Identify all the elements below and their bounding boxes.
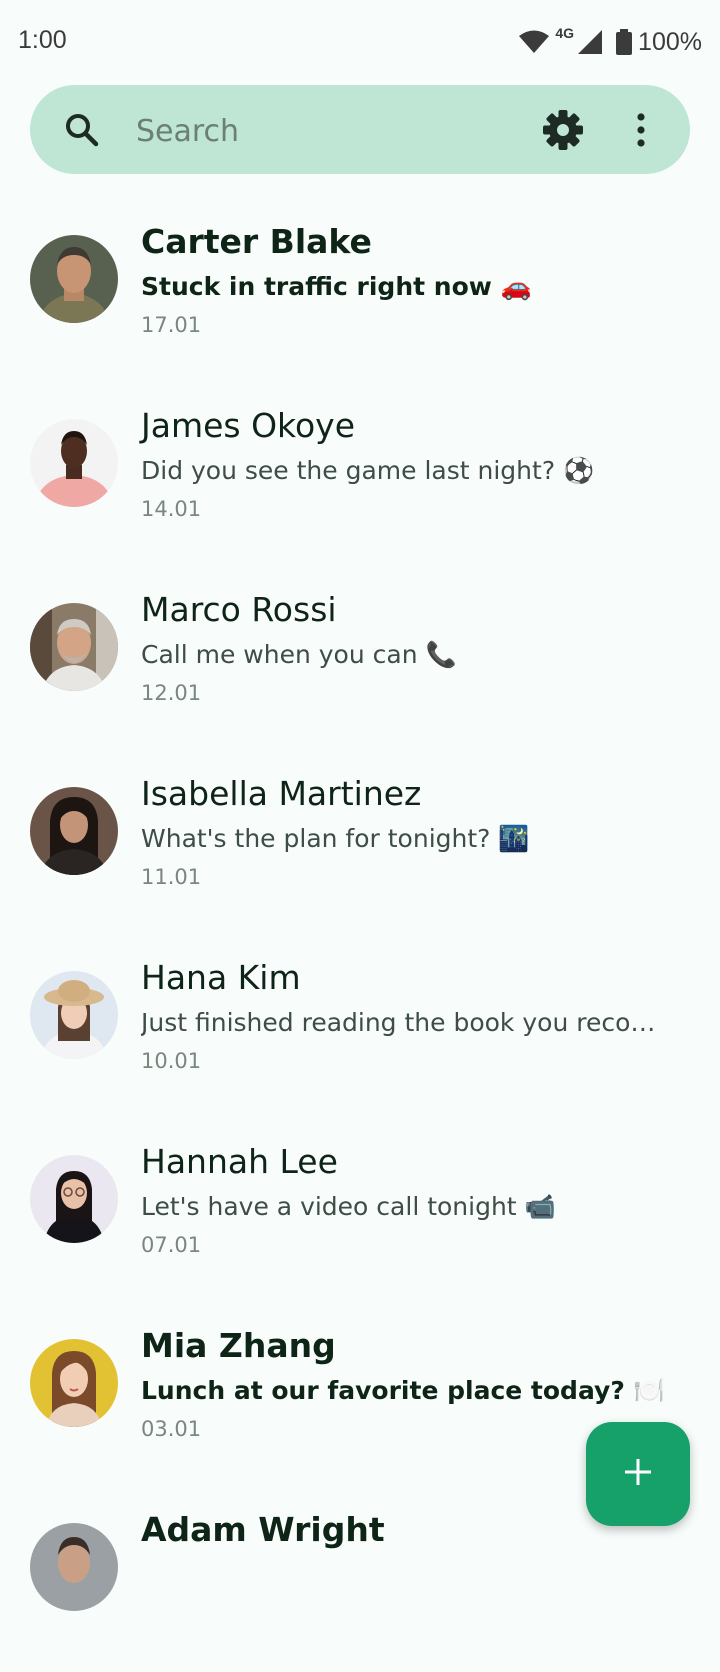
chat-item-james-okoye[interactable]: James Okoye Did you see the game last ni… <box>0 384 720 568</box>
avatar[interactable] <box>30 603 118 691</box>
contact-name: Hana Kim <box>141 958 301 997</box>
contact-name: James Okoye <box>141 406 356 445</box>
avatar[interactable] <box>30 971 118 1059</box>
network-type: 4G <box>555 25 575 41</box>
message-date: 03.01 <box>141 1417 202 1441</box>
message-date: 17.01 <box>141 313 202 337</box>
chat-item-isabella-martinez[interactable]: Isabella Martinez What's the plan for to… <box>0 752 720 936</box>
last-message: Let's have a video call tonight 📹 <box>141 1192 556 1221</box>
plus-icon <box>623 1457 653 1491</box>
message-date: 11.01 <box>141 865 202 889</box>
status-time: 1:00 <box>18 26 67 54</box>
contact-name: Adam Wright <box>141 1510 385 1549</box>
last-message: Stuck in traffic right now 🚗 <box>141 272 532 301</box>
message-date: 07.01 <box>141 1233 202 1257</box>
chat-item-hannah-lee[interactable]: Hannah Lee Let's have a video call tonig… <box>0 1120 720 1304</box>
contact-name: Isabella Martinez <box>141 774 422 813</box>
avatar[interactable] <box>30 787 118 875</box>
contact-name: Marco Rossi <box>141 590 337 629</box>
more-vert-icon[interactable] <box>626 111 656 149</box>
battery-level: 100% <box>638 27 702 56</box>
gear-icon[interactable] <box>542 109 584 151</box>
chat-item-hana-kim[interactable]: Hana Kim Just finished reading the book … <box>0 936 720 1120</box>
chat-item-carter-blake[interactable]: Carter Blake Stuck in traffic right now … <box>0 200 720 384</box>
battery-icon <box>616 29 633 55</box>
new-chat-button[interactable] <box>586 1422 690 1526</box>
avatar[interactable] <box>30 1155 118 1243</box>
last-message: Just finished reading the book you recom… <box>141 1008 671 1037</box>
last-message: What's the plan for tonight? 🌃 <box>141 824 530 853</box>
last-message: Did you see the game last night? ⚽ <box>141 456 595 485</box>
wifi-icon <box>519 30 550 54</box>
search-icon[interactable] <box>64 112 100 148</box>
search-input[interactable] <box>134 105 518 157</box>
status-bar: 1:00 4G 100% <box>0 0 720 84</box>
message-date: 12.01 <box>141 681 202 705</box>
message-date: 14.01 <box>141 497 202 521</box>
avatar[interactable] <box>30 235 118 323</box>
chat-item-marco-rossi[interactable]: Marco Rossi Call me when you can 📞 12.01 <box>0 568 720 752</box>
signal-icon <box>578 30 603 54</box>
avatar[interactable] <box>30 1523 118 1611</box>
contact-name: Carter Blake <box>141 222 372 261</box>
contact-name: Mia Zhang <box>141 1326 336 1365</box>
status-icons: 4G 100% <box>519 25 702 58</box>
message-date: 10.01 <box>141 1049 202 1073</box>
last-message: Call me when you can 📞 <box>141 640 457 669</box>
avatar[interactable] <box>30 419 118 507</box>
search-bar[interactable] <box>30 85 690 174</box>
contact-name: Hannah Lee <box>141 1142 338 1181</box>
avatar[interactable] <box>30 1339 118 1427</box>
last-message: Lunch at our favorite place today? 🍽️ <box>141 1376 665 1405</box>
